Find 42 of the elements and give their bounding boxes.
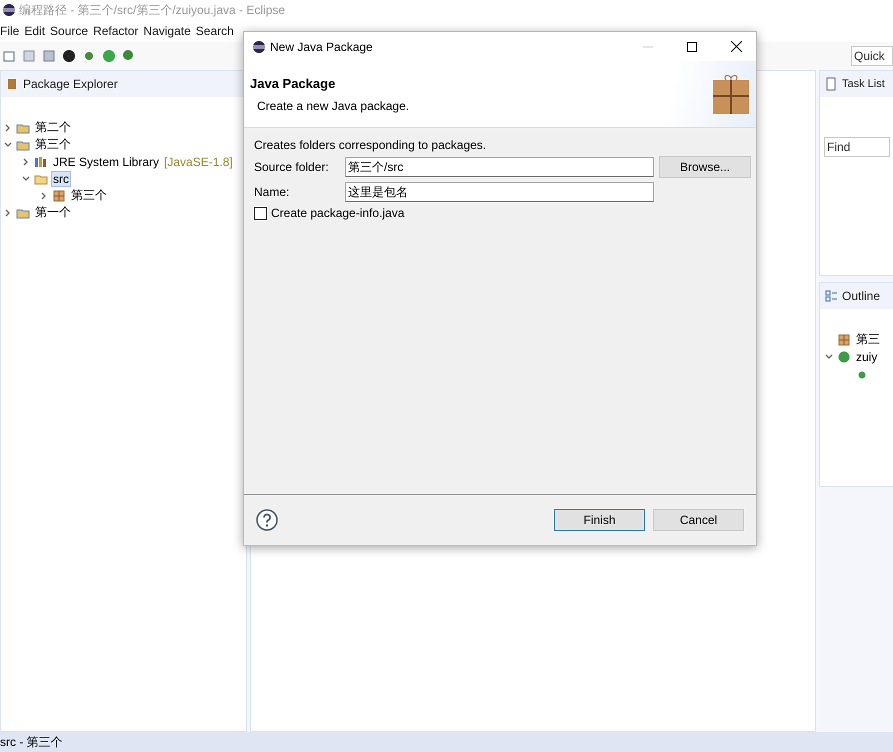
outline-icon xyxy=(824,289,838,303)
checkbox-label: Create package-info.java xyxy=(271,206,404,220)
menu-item[interactable]: File xyxy=(0,24,20,38)
text-field[interactable]: 这里是包名 xyxy=(345,182,654,202)
quick-access-field[interactable]: Quick xyxy=(851,46,893,66)
find-field[interactable]: Find xyxy=(824,137,890,157)
page-heading: Java Package xyxy=(250,76,336,90)
tree-item[interactable]: zuiy xyxy=(854,348,880,364)
close-icon xyxy=(730,41,742,52)
menu-item[interactable]: Edit xyxy=(24,24,46,38)
field-label: Name: xyxy=(254,185,290,199)
gift-box-icon xyxy=(712,72,750,116)
menu-item[interactable]: Navigate xyxy=(143,24,191,38)
tree-item[interactable]: 第三个 xyxy=(69,186,109,205)
maximize-icon xyxy=(687,42,697,52)
browse-button[interactable]: Browse... xyxy=(659,156,751,178)
menu-item[interactable]: Refactor xyxy=(93,24,138,38)
dialog-button[interactable]: Cancel xyxy=(653,509,744,531)
help-icon[interactable] xyxy=(256,509,278,531)
page-description: Create a new Java package. xyxy=(256,98,410,112)
text-field[interactable]: 第三个/src xyxy=(345,157,654,177)
tree-item[interactable]: JRE System Library xyxy=(51,154,162,170)
tree-item-decoration: [JavaSE-1.8] xyxy=(164,154,233,168)
tree-item[interactable]: 第三 xyxy=(854,330,882,349)
status-text: src - 第三个 xyxy=(0,734,63,750)
menu-item[interactable]: Search xyxy=(196,24,234,38)
dialog-title: New Java Package xyxy=(270,40,373,54)
window-title: 编程路径 - 第三个/src/第三个/zuiyou.java - Eclipse xyxy=(19,2,286,18)
tree-item[interactable]: src xyxy=(51,170,71,186)
books-icon xyxy=(34,154,48,168)
package-icon xyxy=(837,332,851,346)
dialog-button[interactable]: Finish xyxy=(554,509,645,531)
package-icon xyxy=(52,188,66,202)
menu-item[interactable]: Source xyxy=(50,24,88,38)
intro-text: Creates folders corresponding to packages. xyxy=(254,138,488,152)
eclipse-logo-icon xyxy=(252,40,266,54)
field-label: Source folder: xyxy=(254,160,330,174)
tree-item[interactable]: 第二个 xyxy=(33,118,73,137)
checkbox[interactable] xyxy=(254,206,267,220)
tree-item[interactable]: 第一个 xyxy=(33,203,73,222)
tree-item[interactable]: 第三个 xyxy=(33,135,73,154)
minimize-icon xyxy=(643,46,653,48)
